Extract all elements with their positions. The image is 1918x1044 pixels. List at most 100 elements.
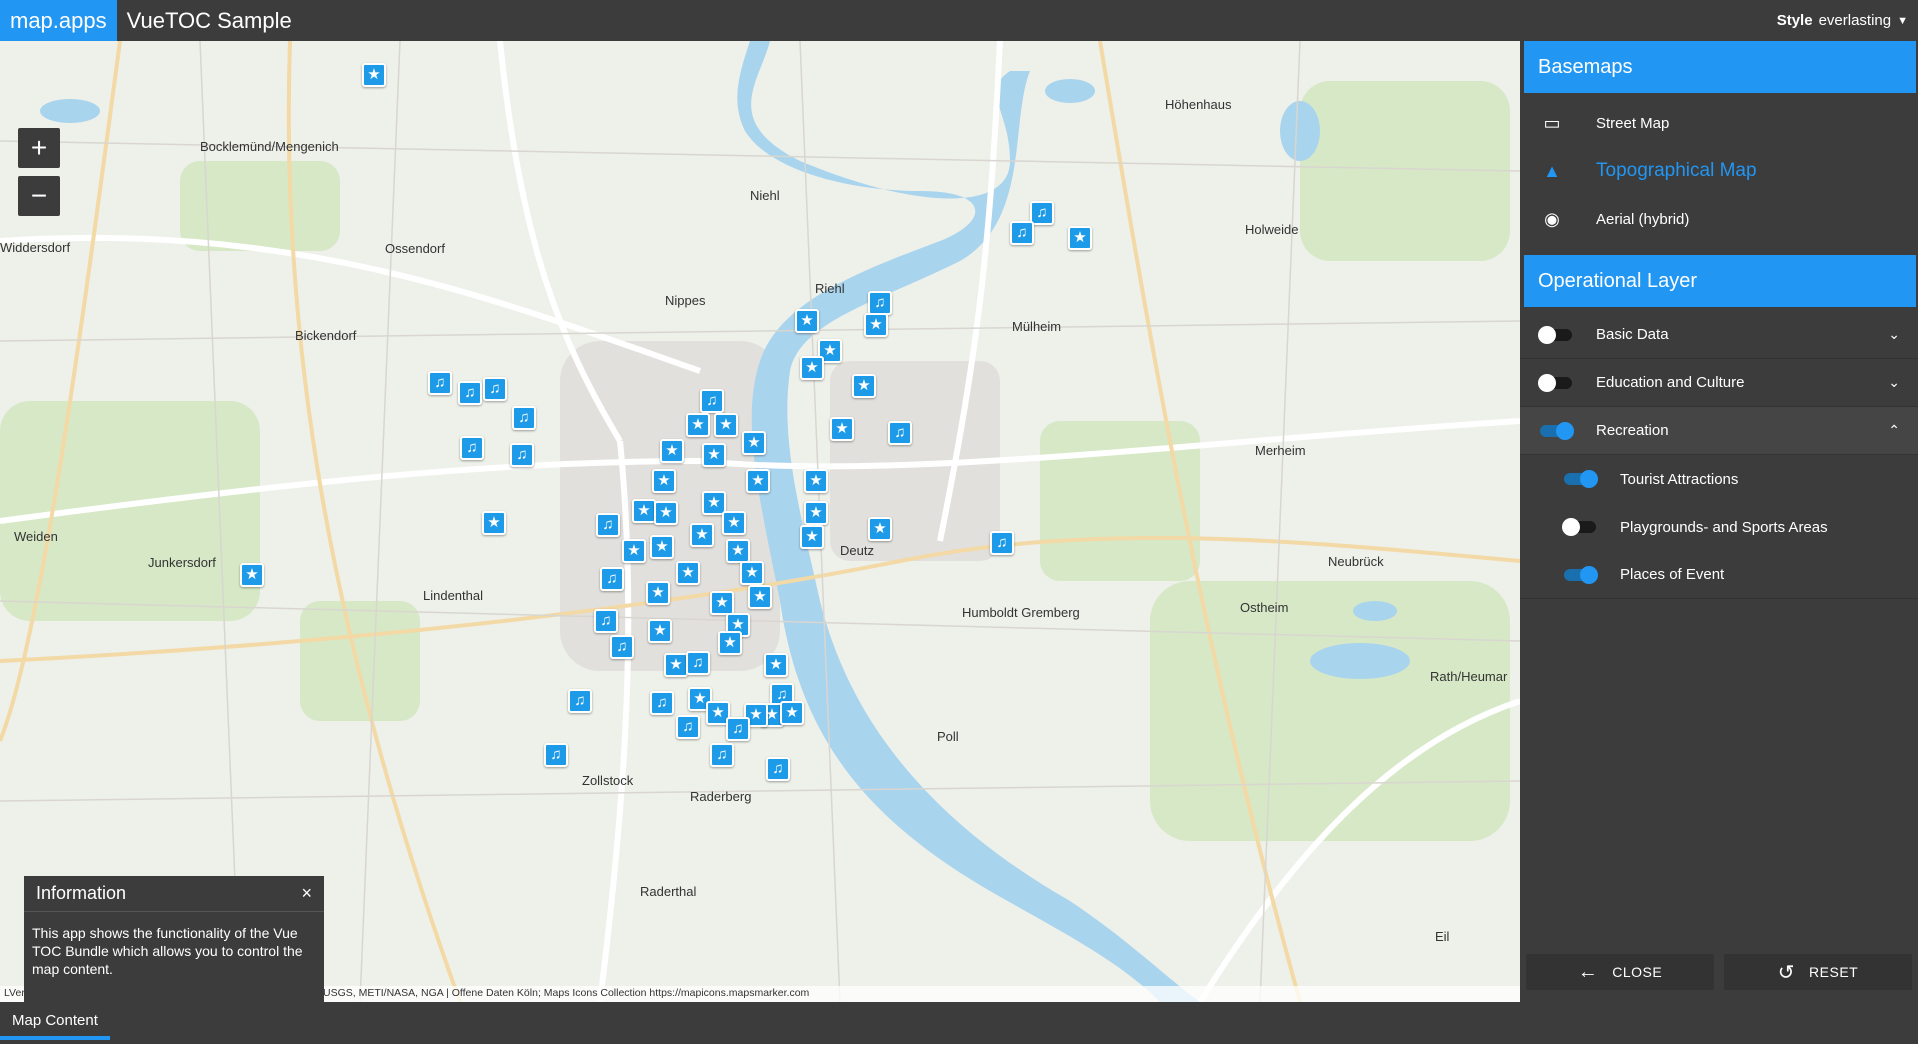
map-marker-star[interactable]: ★ — [646, 581, 670, 605]
map-marker-music[interactable]: ♫ — [428, 371, 452, 395]
map-marker-star[interactable]: ★ — [654, 501, 678, 525]
sublayer-tourist-attractions[interactable]: Tourist Attractions — [1520, 455, 1918, 503]
map-marker-music[interactable]: ♫ — [483, 377, 507, 401]
map-marker-music[interactable]: ♫ — [594, 609, 618, 633]
map-marker-star[interactable]: ★ — [864, 313, 888, 337]
map-marker-star[interactable]: ★ — [652, 469, 676, 493]
map-marker-music[interactable]: ♫ — [596, 513, 620, 537]
map-marker-star[interactable]: ★ — [748, 585, 772, 609]
map-marker-star[interactable]: ★ — [830, 417, 854, 441]
map-marker-music[interactable]: ♫ — [888, 421, 912, 445]
map-marker-star[interactable]: ★ — [362, 63, 386, 87]
close-icon[interactable]: × — [301, 883, 312, 904]
map-marker-star[interactable]: ★ — [648, 619, 672, 643]
map-marker-star[interactable]: ★ — [702, 443, 726, 467]
map-marker-music[interactable]: ♫ — [700, 389, 724, 413]
style-selector[interactable]: Style everlasting ▼ — [1777, 12, 1908, 29]
map-marker-star[interactable]: ★ — [742, 431, 766, 455]
map-marker-music[interactable]: ♫ — [510, 443, 534, 467]
close-button[interactable]: ← CLOSE — [1526, 954, 1714, 990]
map-marker-star[interactable]: ★ — [676, 561, 700, 585]
app-logo[interactable]: map.apps — [0, 0, 117, 41]
map-marker-star[interactable]: ★ — [746, 469, 770, 493]
map-marker-music[interactable]: ♫ — [1030, 201, 1054, 225]
map-marker-music[interactable]: ♫ — [710, 743, 734, 767]
map-marker-star[interactable]: ★ — [1068, 226, 1092, 250]
map-marker-music[interactable]: ♫ — [650, 691, 674, 715]
place-label: Bickendorf — [295, 328, 357, 343]
map-marker-star[interactable]: ★ — [795, 309, 819, 333]
map-marker-music[interactable]: ♫ — [868, 291, 892, 315]
map-marker-star[interactable]: ★ — [240, 563, 264, 587]
arrow-left-icon: ← — [1577, 960, 1599, 983]
chevron-up-icon[interactable]: ⌃ — [1888, 422, 1900, 439]
map-marker-star[interactable]: ★ — [764, 653, 788, 677]
map-marker-star[interactable]: ★ — [660, 439, 684, 463]
map-marker-star[interactable]: ★ — [780, 701, 804, 725]
map-marker-star[interactable]: ★ — [690, 523, 714, 547]
layer-toggle[interactable] — [1538, 325, 1574, 344]
map-marker-music[interactable]: ♫ — [460, 436, 484, 460]
map-marker-music[interactable]: ♫ — [726, 717, 750, 741]
map-marker-star[interactable]: ★ — [804, 501, 828, 525]
map-marker-star[interactable]: ★ — [714, 413, 738, 437]
map-marker-music[interactable]: ♫ — [610, 635, 634, 659]
layer-toggle[interactable] — [1562, 518, 1598, 536]
place-label: Holweide — [1245, 222, 1298, 237]
zoom-in-button[interactable]: + — [18, 128, 60, 168]
map-marker-star[interactable]: ★ — [722, 511, 746, 535]
map-marker-star[interactable]: ★ — [482, 511, 506, 535]
map-marker-star[interactable]: ★ — [726, 539, 750, 563]
map-marker-music[interactable]: ♫ — [458, 381, 482, 405]
map-marker-star[interactable]: ★ — [804, 469, 828, 493]
layer-label: Tourist Attractions — [1620, 470, 1739, 488]
map-marker-star[interactable]: ★ — [800, 525, 824, 549]
sublayer-places-of-event[interactable]: Places of Event — [1520, 551, 1918, 599]
layer-toggle[interactable] — [1538, 373, 1574, 392]
map-marker-star[interactable]: ★ — [710, 591, 734, 615]
map-marker-music[interactable]: ♫ — [512, 406, 536, 430]
map-marker-star[interactable]: ★ — [650, 535, 674, 559]
sublayer-playgrounds-and-sports-areas[interactable]: Playgrounds- and Sports Areas — [1520, 503, 1918, 551]
map-marker-star[interactable]: ★ — [868, 517, 892, 541]
basemap-street-map[interactable]: ▭ Street Map — [1520, 99, 1918, 147]
map-marker-music[interactable]: ♫ — [600, 567, 624, 591]
chevron-down-icon[interactable]: ⌄ — [1888, 374, 1900, 391]
map-marker-music[interactable]: ♫ — [686, 651, 710, 675]
layer-toggle[interactable] — [1562, 565, 1598, 584]
layer-toggle[interactable] — [1562, 470, 1598, 488]
map-marker-star[interactable]: ★ — [664, 653, 688, 677]
map-marker-star[interactable]: ★ — [740, 561, 764, 585]
place-label: Ossendorf — [385, 241, 445, 256]
map-marker-star[interactable]: ★ — [718, 631, 742, 655]
map-marker-star[interactable]: ★ — [622, 539, 646, 563]
layer-basic-data[interactable]: Basic Data ⌄ — [1520, 311, 1918, 359]
basemap-topographical-map[interactable]: ▲ Topographical Map — [1520, 147, 1918, 195]
map-marker-music[interactable]: ♫ — [676, 715, 700, 739]
basemap-aerial-hybrid[interactable]: ◉ Aerial (hybrid) — [1520, 195, 1918, 243]
place-label: Nippes — [665, 293, 706, 308]
basemap-label: Street Map — [1596, 114, 1670, 132]
map-marker-music[interactable]: ♫ — [990, 531, 1014, 555]
layer-toggle[interactable] — [1538, 421, 1574, 440]
reset-button[interactable]: ↺ RESET — [1724, 954, 1912, 990]
layer-recreation[interactable]: Recreation ⌃ — [1520, 407, 1918, 455]
map-marker-star[interactable]: ★ — [800, 356, 824, 380]
panel-footer: ← CLOSE ↺ RESET — [1520, 954, 1918, 990]
layer-education-and-culture[interactable]: Education and Culture ⌄ — [1520, 359, 1918, 407]
map-view[interactable]: Bocklemünd/Mengenich Ossendorf Niehl Rie… — [0, 41, 1520, 1002]
map-marker-star[interactable]: ★ — [852, 374, 876, 398]
zoom-out-button[interactable]: − — [18, 176, 60, 216]
map-marker-music[interactable]: ♫ — [544, 743, 568, 767]
map-marker-music[interactable]: ♫ — [766, 757, 790, 781]
map-marker-music[interactable]: ♫ — [568, 689, 592, 713]
mountain-icon: ▲ — [1543, 160, 1561, 181]
chevron-down-icon[interactable]: ⌄ — [1888, 326, 1900, 343]
place-label: Deutz — [840, 543, 874, 558]
map-marker-music[interactable]: ♫ — [1010, 221, 1034, 245]
map-marker-star[interactable]: ★ — [686, 413, 710, 437]
toc-panel: Basemaps ▭ Street Map ▲ Topographical Ma… — [1520, 41, 1918, 1002]
map-marker-star[interactable]: ★ — [632, 499, 656, 523]
tab-map-content[interactable]: Map Content — [0, 1002, 110, 1040]
operational-layer-header: Operational Layer — [1524, 255, 1916, 307]
